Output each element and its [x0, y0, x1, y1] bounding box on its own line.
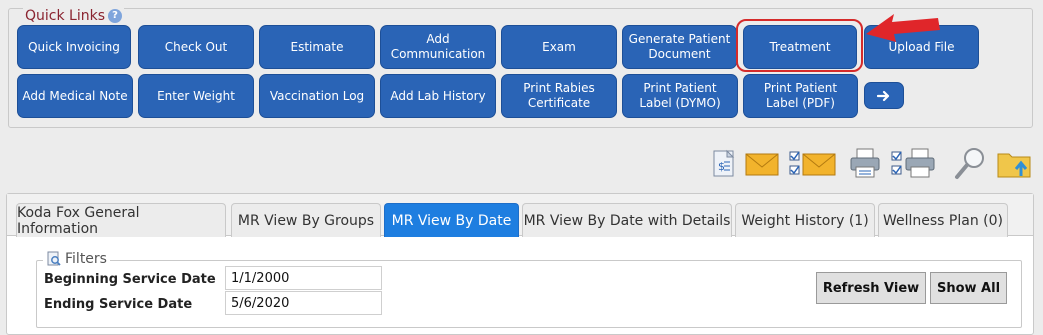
magnifier-icon[interactable]	[954, 146, 988, 180]
generate-patient-document-button[interactable]: Generate Patient Document	[622, 25, 737, 69]
print-patient-label-dymo-button[interactable]: Print Patient Label (DYMO)	[622, 74, 738, 118]
tab-mr-view-by-groups[interactable]: MR View By Groups	[231, 203, 381, 237]
printer-icon[interactable]	[848, 146, 882, 180]
tab-general-information[interactable]: Koda Fox General Information	[16, 203, 226, 237]
invoice-icon[interactable]: $	[710, 146, 738, 180]
red-arrow-icon	[866, 14, 940, 42]
exam-button[interactable]: Exam	[501, 25, 617, 69]
enter-weight-button[interactable]: Enter Weight	[138, 74, 254, 118]
folder-upload-icon[interactable]	[996, 146, 1032, 180]
filters-fieldset: Filters Beginning Service Date Ending Se…	[36, 251, 1022, 328]
beginning-date-label: Beginning Service Date	[44, 272, 216, 287]
print-rabies-certificate-button[interactable]: Print Rabies Certificate	[501, 74, 617, 118]
print-patient-label-pdf-button[interactable]: Print Patient Label (PDF)	[743, 74, 858, 118]
record-panel: Koda Fox General Information MR View By …	[6, 193, 1034, 335]
treatment-highlight-ring	[736, 19, 863, 72]
tab-mr-view-by-date[interactable]: MR View By Date	[384, 203, 519, 237]
check-out-button[interactable]: Check Out	[138, 25, 254, 69]
add-communication-button[interactable]: Add Communication	[380, 25, 496, 69]
quick-links-legend: Quick Links ?	[23, 8, 125, 24]
show-all-button[interactable]: Show All	[930, 272, 1007, 304]
add-lab-history-button[interactable]: Add Lab History	[380, 74, 496, 118]
email-icon[interactable]	[744, 146, 780, 180]
arrow-right-icon	[877, 90, 890, 101]
filter-search-icon	[47, 251, 61, 266]
more-links-button[interactable]	[864, 82, 904, 109]
quick-links-title: Quick Links	[25, 8, 106, 24]
checklist-email-icon[interactable]	[788, 146, 838, 180]
checklist-printer-icon[interactable]	[890, 146, 940, 180]
filters-title: Filters	[65, 251, 107, 267]
help-icon[interactable]: ?	[108, 9, 123, 23]
filters-legend: Filters	[43, 251, 110, 267]
add-medical-note-button[interactable]: Add Medical Note	[17, 74, 133, 118]
tab-strip: Koda Fox General Information MR View By …	[7, 194, 1033, 237]
tab-mr-view-by-date-details[interactable]: MR View By Date with Details	[522, 203, 732, 237]
svg-text:$: $	[718, 160, 725, 173]
estimate-button[interactable]: Estimate	[259, 25, 375, 69]
vaccination-log-button[interactable]: Vaccination Log	[259, 74, 375, 118]
beginning-date-input[interactable]	[225, 266, 382, 290]
tab-weight-history[interactable]: Weight History (1)	[735, 203, 875, 237]
ending-date-input[interactable]	[225, 291, 382, 315]
quick-invoicing-button[interactable]: Quick Invoicing	[17, 25, 131, 69]
tab-wellness-plan[interactable]: Wellness Plan (0)	[878, 203, 1008, 237]
refresh-view-button[interactable]: Refresh View	[816, 272, 926, 304]
ending-date-label: Ending Service Date	[44, 297, 193, 312]
